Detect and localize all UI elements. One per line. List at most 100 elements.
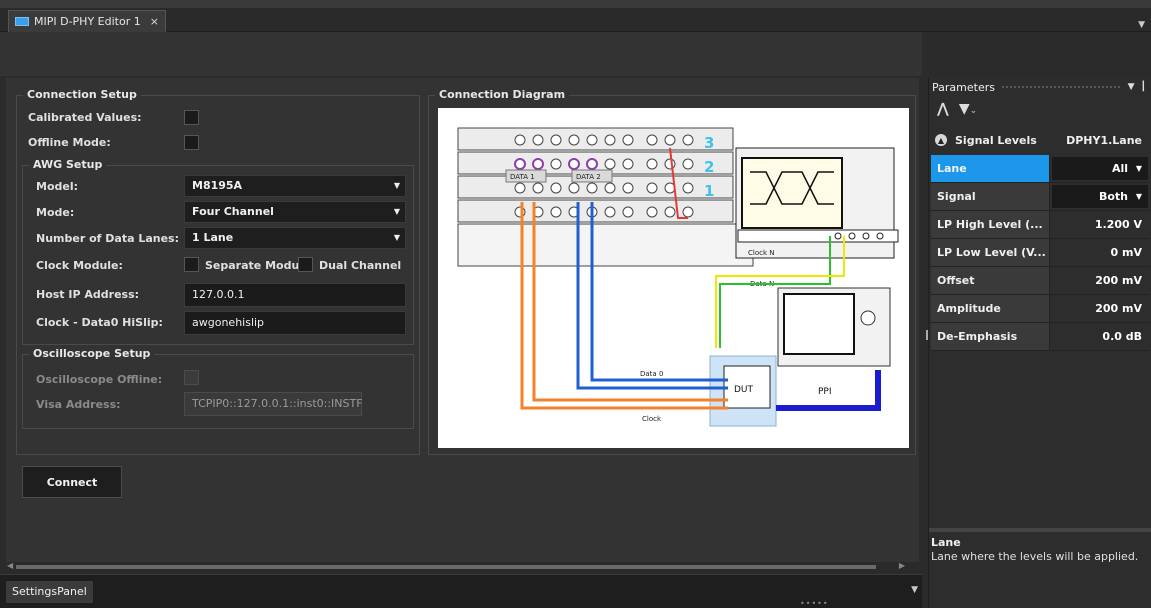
- clock-label: Clock: [642, 415, 662, 423]
- param-label: De-Emphasis: [931, 323, 1050, 350]
- calibrated-values-checkbox[interactable]: [184, 110, 199, 125]
- model-label: Model:: [36, 180, 79, 193]
- param-value[interactable]: 1.200 V: [1050, 211, 1150, 238]
- description-splitter[interactable]: [929, 528, 1151, 532]
- panel-dropdown-icon[interactable]: ▼: [911, 585, 918, 595]
- param-value[interactable]: 0 mV: [1050, 239, 1150, 266]
- data-lanes-label: Number of Data Lanes:: [36, 232, 179, 245]
- param-value[interactable]: 200 mV: [1050, 295, 1150, 322]
- parameters-grid: Lane All ▼ Signal Both ▼ LP High Level (..…: [931, 155, 1150, 351]
- data-lanes-select[interactable]: 1 Lane ▼: [184, 227, 406, 249]
- parameters-header: Parameters ▼ ┃: [929, 78, 1151, 96]
- param-row-lane[interactable]: Lane All ▼: [931, 155, 1150, 183]
- ppi-label: PPI: [818, 387, 832, 397]
- editor-content: Connection Setup Calibrated Values: Offl…: [6, 78, 919, 562]
- host-ip-label: Host IP Address:: [36, 288, 140, 301]
- chevron-down-icon: ▼: [393, 233, 400, 242]
- tab-label: MIPI D-PHY Editor 1: [34, 15, 141, 28]
- param-value[interactable]: 200 mV: [1050, 267, 1150, 294]
- hislip-input[interactable]: awgonehislip: [184, 311, 406, 335]
- module-number-2: 2: [704, 158, 714, 176]
- connection-diagram-title: Connection Diagram: [435, 88, 570, 101]
- param-label: Lane: [931, 155, 1050, 182]
- mode-label: Mode:: [36, 206, 75, 219]
- model-select[interactable]: M8195A ▼: [184, 175, 406, 197]
- separate-module-label: Separate Module: [205, 259, 311, 272]
- description-text: Lane where the levels will be applied.: [931, 550, 1139, 563]
- connection-diagram-svg: 3 2 1 DATA 1 DATA 2 Clock N Data N DUT P…: [457, 127, 899, 427]
- param-row-offset[interactable]: Offset 200 mV: [931, 267, 1150, 295]
- param-row-de-emphasis[interactable]: De-Emphasis 0.0 dB: [931, 323, 1150, 351]
- offline-mode-checkbox[interactable]: [184, 135, 199, 150]
- scope-offline-label: Oscilloscope Offline:: [36, 373, 163, 386]
- lane-select[interactable]: All ▼: [1052, 157, 1148, 180]
- param-label: Offset: [931, 267, 1050, 294]
- panel-menu-icon[interactable]: ▼: [1128, 82, 1135, 92]
- param-value[interactable]: 0.0 dB: [1050, 323, 1150, 350]
- document-tab-strip: MIPI D-PHY Editor 1 × ▼: [0, 8, 1151, 32]
- mode-value: Four Channel: [192, 205, 274, 218]
- description-area: Lane Lane where the levels will be appli…: [931, 536, 1150, 563]
- awg-setup-title: AWG Setup: [29, 158, 107, 171]
- collapse-section-icon[interactable]: ▲: [935, 134, 947, 146]
- param-label: Signal: [931, 183, 1050, 210]
- signal-levels-section[interactable]: ▲ Signal Levels DPHY1.Lane: [929, 128, 1151, 152]
- filter-icon[interactable]: ▼⌄: [959, 101, 977, 117]
- close-icon[interactable]: ×: [150, 15, 159, 28]
- offline-mode-label: Offline Mode:: [28, 136, 111, 149]
- editor-icon: [15, 17, 29, 26]
- scroll-left-icon[interactable]: ◀: [7, 561, 13, 570]
- param-label: LP High Level (...: [931, 211, 1050, 238]
- app-window: MIPI D-PHY Editor 1 × ▼ Connection Setup…: [0, 0, 1151, 608]
- section-key: DPHY1.Lane: [1066, 133, 1142, 147]
- module-number-3: 3: [704, 134, 714, 152]
- connection-setup-title: Connection Setup: [23, 88, 141, 101]
- oscilloscope-device: [735, 147, 899, 259]
- calibrated-values-label: Calibrated Values:: [28, 111, 142, 124]
- visa-address-label: Visa Address:: [36, 398, 121, 411]
- connection-diagram-image: 3 2 1 DATA 1 DATA 2 Clock N Data N DUT P…: [438, 108, 909, 448]
- description-title: Lane: [931, 536, 961, 549]
- title-strip: [0, 0, 1151, 8]
- clock-n-label: Clock N: [748, 249, 774, 257]
- param-value: Both: [1098, 190, 1128, 203]
- param-row-lp-low[interactable]: LP Low Level (V... 0 mV: [931, 239, 1150, 267]
- drag-grip[interactable]: [1000, 84, 1122, 90]
- dut-label: DUT: [734, 385, 754, 395]
- param-label: Amplitude: [931, 295, 1050, 322]
- param-row-signal[interactable]: Signal Both ▼: [931, 183, 1150, 211]
- chevron-down-icon: ▼: [1135, 192, 1142, 201]
- tab-mipi-dphy-editor[interactable]: MIPI D-PHY Editor 1 ×: [8, 10, 166, 32]
- data0-label: Data 0: [640, 370, 663, 378]
- mode-select[interactable]: Four Channel ▼: [184, 201, 406, 223]
- model-value: M8195A: [192, 179, 243, 192]
- chevron-down-icon: ▼: [393, 207, 400, 216]
- parameters-toolbar: ⋀ ▼⌄: [929, 96, 1151, 122]
- scroll-thumb[interactable]: [16, 565, 876, 569]
- hislip-label: Clock - Data0 HiSlip:: [36, 316, 163, 329]
- dual-channel-label: Dual Channel: [319, 259, 402, 272]
- param-label: LP Low Level (V...: [931, 239, 1050, 266]
- data1-label: DATA 1: [510, 173, 535, 181]
- host-ip-input[interactable]: 127.0.0.1: [184, 283, 406, 307]
- data2-label: DATA 2: [576, 173, 601, 181]
- tab-settings-panel[interactable]: SettingsPanel: [6, 581, 93, 603]
- horizontal-scrollbar[interactable]: ◀ ▶: [6, 561, 919, 572]
- pin-icon[interactable]: ┃: [1141, 82, 1146, 92]
- parameters-title: Parameters: [932, 80, 995, 94]
- tab-list-dropdown-icon[interactable]: ▼: [1138, 20, 1145, 30]
- param-row-lp-high[interactable]: LP High Level (... 1.200 V: [931, 211, 1150, 239]
- collapse-all-icon[interactable]: ⋀: [937, 101, 949, 117]
- clock-module-label: Clock Module:: [36, 259, 123, 272]
- data-lanes-value: 1 Lane: [192, 231, 234, 244]
- resize-grip-icon[interactable]: •••••: [800, 599, 829, 608]
- dual-channel-checkbox[interactable]: [298, 257, 313, 272]
- param-row-amplitude[interactable]: Amplitude 200 mV: [931, 295, 1150, 323]
- oscilloscope-setup-title: Oscilloscope Setup: [29, 347, 155, 360]
- separate-module-checkbox[interactable]: [184, 257, 199, 272]
- connect-button[interactable]: Connect: [22, 466, 122, 498]
- signal-select[interactable]: Both ▼: [1052, 185, 1148, 208]
- visa-address-input[interactable]: TCPIP0::127.0.0.1::inst0::INSTF: [184, 392, 363, 416]
- scope-offline-checkbox[interactable]: [184, 370, 199, 385]
- scroll-right-icon[interactable]: ▶: [899, 561, 905, 570]
